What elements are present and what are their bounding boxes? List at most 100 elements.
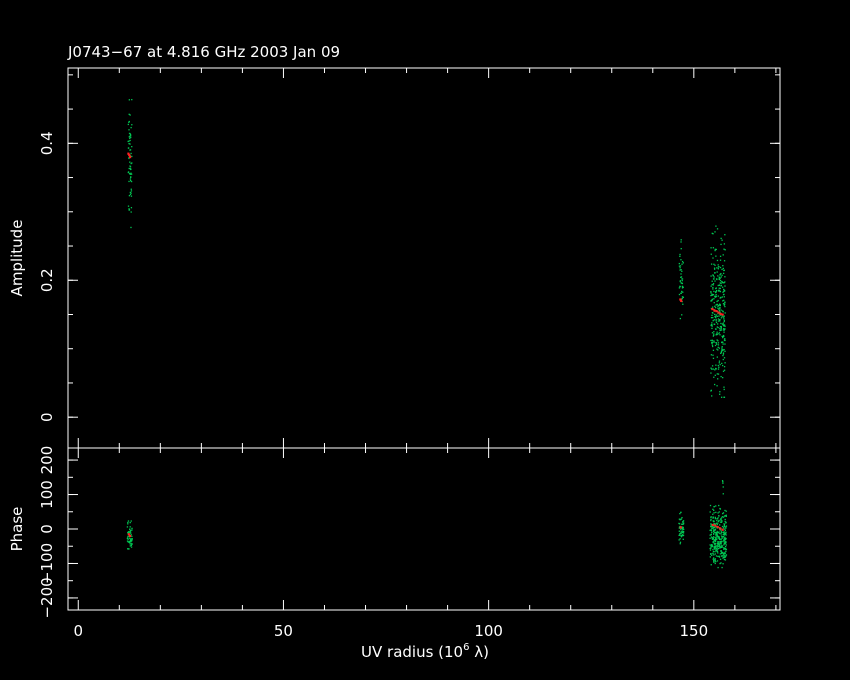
data-point: [723, 547, 725, 549]
data-point: [711, 527, 713, 529]
data-point: [723, 544, 725, 546]
data-point: [722, 486, 724, 488]
data-point: [126, 540, 129, 542]
data-point: [716, 343, 718, 345]
y-tick-label: −100: [38, 543, 56, 584]
data-point: [715, 367, 717, 370]
data-point: [712, 536, 715, 538]
data-point: [716, 331, 718, 333]
data-point: [715, 320, 717, 322]
data-point: [128, 537, 131, 539]
data-point: [128, 99, 130, 101]
data-point: [680, 532, 682, 534]
data-point: [711, 306, 714, 308]
data-point: [682, 291, 684, 293]
data-point: [128, 142, 130, 145]
data-point: [128, 541, 131, 543]
data-point: [711, 314, 713, 317]
data-point: [718, 531, 720, 533]
data-point: [717, 304, 720, 307]
data-point: [722, 358, 724, 361]
data-point: [721, 349, 723, 352]
data-point: [719, 553, 722, 555]
data-point: [717, 547, 720, 550]
data-point: [714, 306, 717, 309]
data-point: [723, 318, 725, 320]
data-point: [129, 193, 132, 196]
data-point: [724, 338, 726, 340]
data-point: [720, 540, 722, 543]
data-point: [723, 396, 726, 398]
data-point: [723, 329, 725, 331]
data-point: [710, 390, 712, 392]
x-tick-label: 50: [274, 622, 293, 640]
data-point: [719, 391, 721, 393]
data-point: [679, 267, 681, 269]
plot-background: [0, 0, 850, 680]
data-point: [715, 314, 717, 316]
data-point: [722, 493, 724, 495]
data-point: [130, 172, 132, 174]
data-point: [713, 545, 715, 548]
data-point: [714, 305, 716, 307]
x-axis-label: UV radius (106 λ): [361, 642, 489, 661]
data-point: [681, 279, 683, 282]
data-point: [680, 239, 682, 241]
model-point: [717, 311, 720, 314]
data-point: [725, 544, 727, 546]
data-point: [718, 284, 721, 286]
data-point: [681, 521, 684, 523]
data-point: [717, 320, 720, 322]
uv-plot: J0743−67 at 4.816 GHz 2003 Jan 09 0 0.2 0.…: [0, 0, 850, 680]
data-point: [126, 548, 129, 550]
data-point: [126, 526, 129, 528]
data-point: [678, 539, 680, 541]
data-point: [723, 548, 725, 551]
data-point: [716, 385, 718, 387]
data-point: [720, 531, 723, 534]
data-point: [714, 231, 716, 233]
data-point: [722, 516, 725, 518]
data-point: [713, 263, 715, 265]
data-point: [129, 168, 132, 171]
model-point: [716, 525, 719, 529]
data-point: [129, 139, 131, 142]
data-point: [723, 243, 726, 245]
data-point: [724, 343, 726, 345]
data-point: [130, 207, 133, 209]
data-point: [719, 546, 721, 548]
data-point: [722, 291, 724, 293]
data-point: [715, 505, 717, 507]
data-point: [721, 520, 723, 522]
data-point: [719, 547, 721, 549]
data-point: [711, 395, 713, 397]
data-point: [714, 344, 717, 347]
data-point: [723, 327, 725, 330]
data-point: [711, 341, 714, 344]
data-point: [129, 528, 131, 530]
model-point: [128, 153, 131, 157]
data-point: [710, 354, 713, 356]
data-point: [131, 527, 133, 530]
data-point: [714, 295, 716, 297]
data-point: [721, 268, 723, 271]
data-point: [719, 544, 721, 547]
data-point: [710, 247, 712, 249]
data-point: [715, 522, 718, 524]
data-point: [722, 376, 724, 379]
data-point: [718, 504, 720, 507]
data-point: [710, 285, 712, 287]
data-point: [713, 319, 715, 321]
data-point: [715, 255, 717, 257]
data-point: [719, 524, 721, 526]
data-point: [129, 543, 131, 545]
data-point: [682, 530, 684, 533]
data-point: [720, 351, 722, 354]
data-point: [714, 248, 716, 250]
data-point: [719, 255, 722, 257]
data-point: [720, 327, 723, 329]
model-point: [721, 528, 724, 531]
data-point: [716, 271, 718, 273]
data-point: [128, 195, 131, 197]
data-point: [723, 357, 726, 359]
